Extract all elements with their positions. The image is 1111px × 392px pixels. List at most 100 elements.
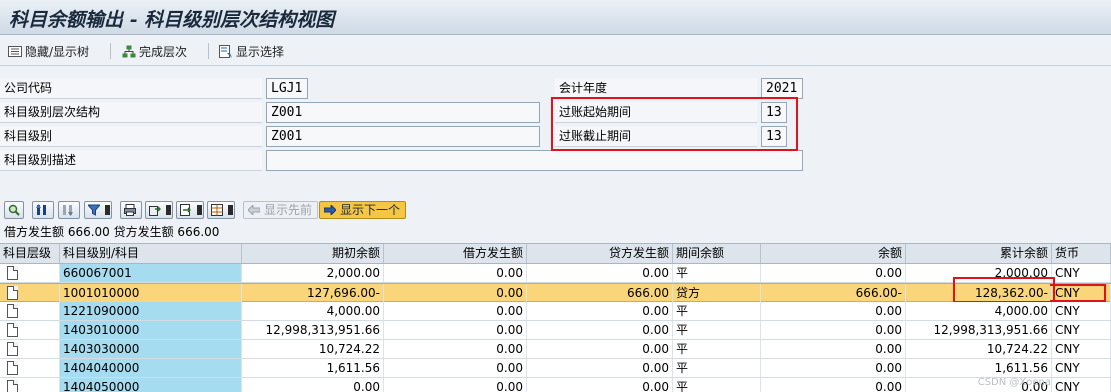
account-cell: 660067001 <box>60 264 242 282</box>
dropdown-indicator <box>197 205 202 215</box>
level-description-field <box>266 150 803 171</box>
document-icon <box>7 304 18 318</box>
level-cell <box>0 264 60 282</box>
document-icon <box>7 361 18 375</box>
export-button[interactable] <box>145 201 173 219</box>
col-header-account[interactable]: 科目级别/科目 <box>60 244 242 263</box>
layout-button[interactable] <box>207 201 235 219</box>
table-row[interactable]: 1221090000 4,000.00 0.00 0.00 平 0.00 4,0… <box>0 302 1111 321</box>
level-cell <box>0 378 60 392</box>
level-cell <box>0 340 60 358</box>
document-icon <box>7 342 18 356</box>
table-row[interactable]: 660067001 2,000.00 0.00 0.00 平 0.00 2,00… <box>0 264 1111 283</box>
show-previous-button[interactable]: 显示先前 <box>243 201 319 219</box>
company-code-label: 公司代码 <box>0 78 262 99</box>
level-cell <box>0 284 60 302</box>
show-previous-label: 显示先前 <box>264 203 313 217</box>
details-button[interactable] <box>4 201 24 219</box>
document-icon <box>7 266 18 280</box>
opening-cell: 10,724.22 <box>242 340 384 358</box>
grid-header-row: 科目层级 科目级别/科目 期初余额 借方发生额 贷方发生额 期间余额 余额 累计… <box>0 243 1111 264</box>
col-header-currency[interactable]: 货币 <box>1052 244 1111 263</box>
watermark: CSDN @Xoena <box>977 377 1051 388</box>
export-icon <box>149 206 161 216</box>
toolbar-separator <box>110 43 111 59</box>
hierarchy-label: 科目级别层次结构 <box>0 102 262 123</box>
col-header-cumulative[interactable]: 累计余额 <box>906 244 1052 263</box>
sort-ascending-icon <box>36 204 46 215</box>
debit-cell: 0.00 <box>384 284 527 302</box>
totals-summary: 借方发生额 666.00 贷方发生额 666.00 <box>4 225 220 239</box>
col-header-period-balance[interactable]: 期间余额 <box>673 244 761 263</box>
account-cell: 1001010000 <box>60 284 242 302</box>
debit-cell: 0.00 <box>384 359 527 377</box>
sort-descending-button[interactable] <box>58 201 80 219</box>
balance-cell: 0.00 <box>761 321 906 339</box>
opening-cell: 0.00 <box>242 378 384 392</box>
complete-hierarchy-label: 完成层次 <box>139 44 188 59</box>
opening-cell: 127,696.00- <box>242 284 384 302</box>
account-cell: 1403010000 <box>60 321 242 339</box>
show-next-label: 显示下一个 <box>340 203 401 217</box>
arrow-left-icon <box>248 205 260 215</box>
show-next-button[interactable]: 显示下一个 <box>319 201 407 219</box>
opening-cell: 1,611.56 <box>242 359 384 377</box>
dc-indicator-cell: 平 <box>673 321 761 339</box>
account-cell: 1404050000 <box>60 378 242 392</box>
print-preview-button[interactable] <box>120 201 142 219</box>
debit-cell: 0.00 <box>384 302 527 320</box>
account-level-field: Z001 <box>266 126 540 147</box>
complete-hierarchy-button[interactable]: 完成层次 <box>122 42 187 60</box>
balance-cell: 0.00 <box>761 359 906 377</box>
currency-cell: CNY <box>1052 359 1111 377</box>
show-selection-button[interactable]: 显示选择 <box>219 42 284 60</box>
balance-cell: 0.00 <box>761 340 906 358</box>
dc-indicator-cell: 平 <box>673 378 761 392</box>
credit-cell: 0.00 <box>527 340 673 358</box>
send-document-icon <box>180 204 191 216</box>
cumulative-cell: 10,724.22 <box>906 340 1052 358</box>
level-cell <box>0 321 60 339</box>
table-row[interactable]: 1403010000 12,998,313,951.66 0.00 0.00 平… <box>0 321 1111 340</box>
table-row[interactable]: 1404040000 1,611.56 0.00 0.00 平 0.00 1,6… <box>0 359 1111 378</box>
table-row[interactable]: 1404050000 0.00 0.00 0.00 平 0.00 0.00 CN… <box>0 378 1111 392</box>
opening-cell: 4,000.00 <box>242 302 384 320</box>
printer-icon <box>124 204 136 216</box>
window-title: 科目余额输出 - 科目级别层次结构视图 <box>9 9 335 31</box>
selection-icon <box>219 44 233 58</box>
fiscal-year-label: 会计年度 <box>555 78 757 99</box>
table-row-selected[interactable]: 1001010000 127,696.00- 0.00 666.00 贷方 66… <box>0 277 1111 303</box>
cumulative-highlight-box <box>953 277 1055 303</box>
hide-show-tree-label: 隐藏/显示树 <box>25 44 90 59</box>
debit-cell: 0.00 <box>384 378 527 392</box>
col-header-credit[interactable]: 贷方发生额 <box>527 244 673 263</box>
title-bar: 科目余额输出 - 科目级别层次结构视图 <box>0 0 1111 35</box>
document-icon <box>7 380 18 392</box>
hide-show-tree-button[interactable]: 隐藏/显示树 <box>8 42 89 60</box>
currency-cell: CNY <box>1052 378 1111 392</box>
account-cell: 1404040000 <box>60 359 242 377</box>
currency-cell: CNY <box>1052 264 1111 282</box>
table-row[interactable]: 1403030000 10,724.22 0.00 0.00 平 0.00 10… <box>0 340 1111 359</box>
layout-grid-icon <box>211 204 223 216</box>
dc-indicator-cell: 贷方 <box>673 284 761 302</box>
col-header-level[interactable]: 科目层级 <box>0 244 60 263</box>
balance-cell: 0.00 <box>761 264 906 282</box>
dc-indicator-cell: 平 <box>673 264 761 282</box>
toolbar-separator <box>208 43 209 59</box>
credit-cell: 0.00 <box>527 378 673 392</box>
dropdown-indicator <box>105 205 110 215</box>
cumulative-cell: 12,998,313,951.66 <box>906 321 1052 339</box>
balance-cell: 666.00- <box>761 284 906 302</box>
filter-button[interactable] <box>84 201 112 219</box>
account-cell: 1221090000 <box>60 302 242 320</box>
col-header-balance[interactable]: 余额 <box>761 244 906 263</box>
currency-highlight-box <box>1050 284 1106 302</box>
send-button[interactable] <box>176 201 204 219</box>
application-toolbar: 隐藏/显示树 完成层次 显示选择 <box>0 36 1111 66</box>
sort-ascending-button[interactable] <box>32 201 54 219</box>
tree-list-icon <box>8 45 22 58</box>
currency-cell: CNY <box>1052 321 1111 339</box>
col-header-opening[interactable]: 期初余额 <box>242 244 384 263</box>
col-header-debit[interactable]: 借方发生额 <box>384 244 527 263</box>
